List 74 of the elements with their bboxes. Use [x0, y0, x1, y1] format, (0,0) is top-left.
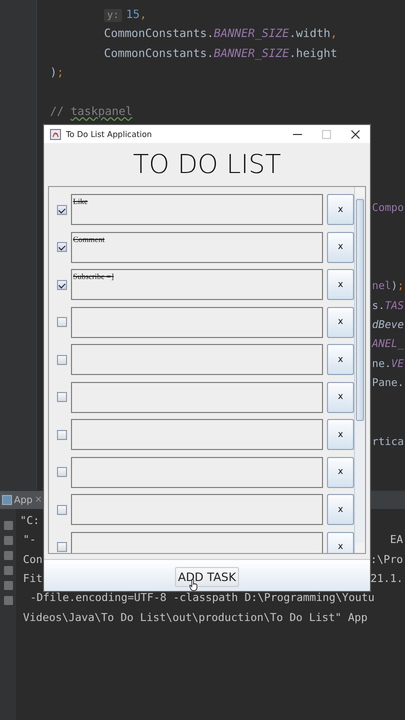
task-field[interactable] — [71, 456, 323, 488]
delete-task-button[interactable]: x — [327, 382, 354, 412]
console-text: -Dfile.encoding=UTF-8 -classpath D:\Programming\Youtu — [30, 591, 375, 604]
code-token: ) — [50, 65, 57, 80]
console-text: EA — [390, 533, 403, 546]
task-field[interactable]: Subscribe =] — [71, 269, 323, 300]
console-text: Con — [23, 552, 43, 566]
app-heading: TO DO LIST — [132, 148, 282, 182]
console-text: Fit — [23, 572, 43, 586]
add-task-button[interactable]: ADD TASK — [174, 566, 240, 586]
code-token: ANEL_ — [372, 338, 404, 350]
task-field[interactable] — [71, 419, 323, 450]
code-token: 15 — [126, 7, 140, 21]
task-field[interactable]: Comment — [71, 232, 323, 262]
maximize-icon[interactable] — [322, 130, 331, 138]
code-token: VE — [391, 358, 404, 370]
task-checkbox[interactable] — [57, 354, 67, 364]
code-token: TAS — [384, 300, 404, 312]
code-token: BANNER_SIZE — [214, 26, 290, 40]
code-token: .width — [289, 26, 330, 40]
task-field[interactable] — [71, 382, 323, 412]
task-checkbox[interactable] — [57, 392, 67, 402]
window-title: To Do List Application — [66, 130, 153, 138]
code-token: ) — [391, 280, 398, 292]
code-token: Pane. — [372, 377, 404, 390]
console-text: "- — [23, 533, 36, 546]
code-token: ; — [398, 280, 404, 292]
code-token: ; — [56, 65, 64, 80]
app-icon — [50, 128, 61, 140]
parameter-hint: y: — [104, 9, 122, 22]
code-comment: // — [50, 104, 65, 118]
task-field[interactable] — [71, 344, 323, 375]
code-token: .height — [289, 46, 338, 60]
code-token: s. — [372, 300, 385, 312]
hand-cursor-icon — [189, 579, 198, 591]
delete-task-button[interactable]: x — [327, 494, 354, 525]
delete-task-button[interactable]: x — [327, 232, 354, 262]
code-token: CommonConstants. — [104, 26, 214, 40]
delete-task-button[interactable]: x — [327, 344, 354, 375]
delete-task-button[interactable]: x — [327, 269, 354, 300]
code-token: dBeve — [372, 319, 404, 331]
code-token: nel — [372, 280, 392, 292]
task-checkbox[interactable] — [57, 280, 67, 290]
code-token: ne. — [372, 358, 392, 370]
code-token: CommonConstants. — [104, 46, 214, 60]
console-text: Videos\Java\To Do List\out\production\To Do List" App — [23, 610, 368, 624]
task-checkbox[interactable] — [57, 204, 67, 214]
delete-task-button[interactable]: x — [327, 456, 354, 488]
delete-task-button[interactable]: x — [327, 419, 354, 450]
run-tab[interactable]: App × — [0, 491, 44, 509]
close-icon[interactable] — [351, 130, 360, 138]
task-checkbox[interactable] — [57, 430, 67, 440]
console-text: "C: — [20, 514, 40, 528]
delete-task-button[interactable]: x — [327, 306, 354, 338]
delete-task-button[interactable]: x — [327, 194, 354, 225]
delete-task-button[interactable]: x — [327, 532, 354, 553]
console-text: :\Pro — [370, 552, 403, 566]
task-field[interactable]: Like — [71, 194, 323, 225]
task-checkbox[interactable] — [57, 542, 67, 552]
scrollbar[interactable] — [354, 187, 365, 553]
code-token: rtica — [372, 436, 404, 448]
code-token: , — [140, 7, 147, 21]
code-token: Compo — [372, 202, 404, 214]
console-text: 21.1. — [370, 572, 403, 586]
task-field[interactable] — [71, 494, 323, 525]
task-checkbox[interactable] — [57, 504, 67, 514]
task-checkbox[interactable] — [57, 242, 67, 252]
code-comment: taskpanel — [70, 104, 132, 118]
task-field[interactable] — [71, 306, 323, 338]
console-icon — [2, 495, 12, 505]
code-token: BANNER_SIZE — [214, 46, 290, 60]
code-token: , — [330, 26, 338, 40]
task-checkbox[interactable] — [57, 467, 67, 477]
task-checkbox[interactable] — [57, 317, 67, 327]
